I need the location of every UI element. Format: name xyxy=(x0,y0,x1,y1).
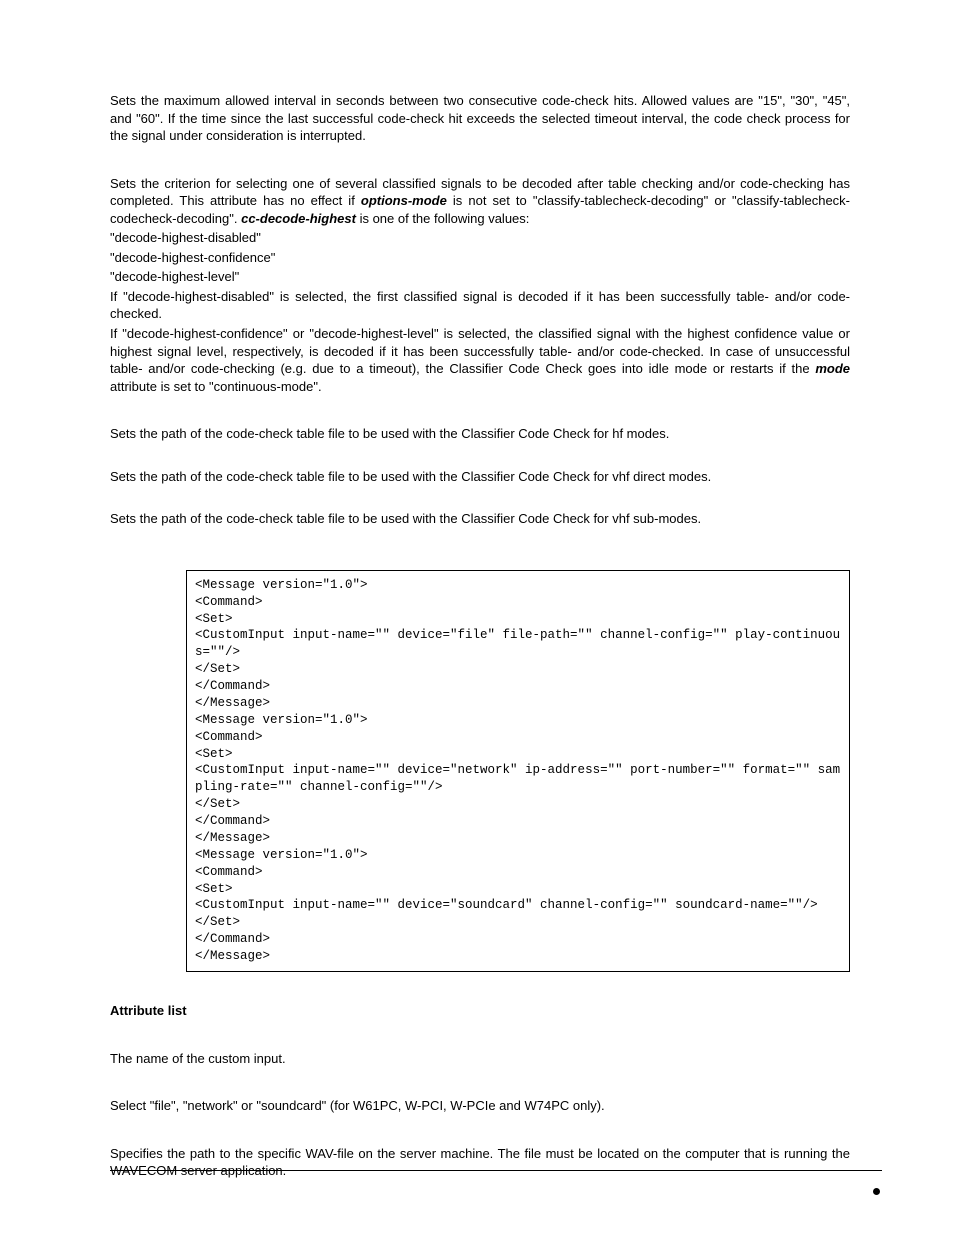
value-option: "decode-highest-confidence" xyxy=(110,249,850,267)
value-option: "decode-highest-disabled" xyxy=(110,229,850,247)
footer-bullet-icon xyxy=(873,1188,880,1195)
text-emphasis: options-mode xyxy=(361,193,447,208)
paragraph: If "decode-highest-disabled" is selected… xyxy=(110,288,850,323)
paragraph: Sets the maximum allowed interval in sec… xyxy=(110,92,850,145)
value-option: "decode-highest-level" xyxy=(110,268,850,286)
paragraph: The name of the custom input. xyxy=(110,1050,850,1068)
code-block: <Message version="1.0"> <Command> <Set> … xyxy=(186,570,850,972)
paragraph: Sets the criterion for selecting one of … xyxy=(110,175,850,228)
footer-divider xyxy=(110,1170,882,1171)
text: is one of the following values: xyxy=(356,211,529,226)
text-emphasis: mode xyxy=(815,361,850,376)
text: If "decode-highest-confidence" or "decod… xyxy=(110,326,850,376)
paragraph: Sets the path of the code-check table fi… xyxy=(110,510,850,528)
paragraph: Sets the path of the code-check table fi… xyxy=(110,468,850,486)
paragraph: Specifies the path to the specific WAV-f… xyxy=(110,1145,850,1180)
paragraph: Select "file", "network" or "soundcard" … xyxy=(110,1097,850,1115)
paragraph: If "decode-highest-confidence" or "decod… xyxy=(110,325,850,395)
text: attribute is set to "continuous-mode". xyxy=(110,379,322,394)
heading-attribute-list: Attribute list xyxy=(110,1002,850,1020)
paragraph: Sets the path of the code-check table fi… xyxy=(110,425,850,443)
text-emphasis: cc-decode-highest xyxy=(241,211,356,226)
document-page: Sets the maximum allowed interval in sec… xyxy=(0,0,954,1235)
